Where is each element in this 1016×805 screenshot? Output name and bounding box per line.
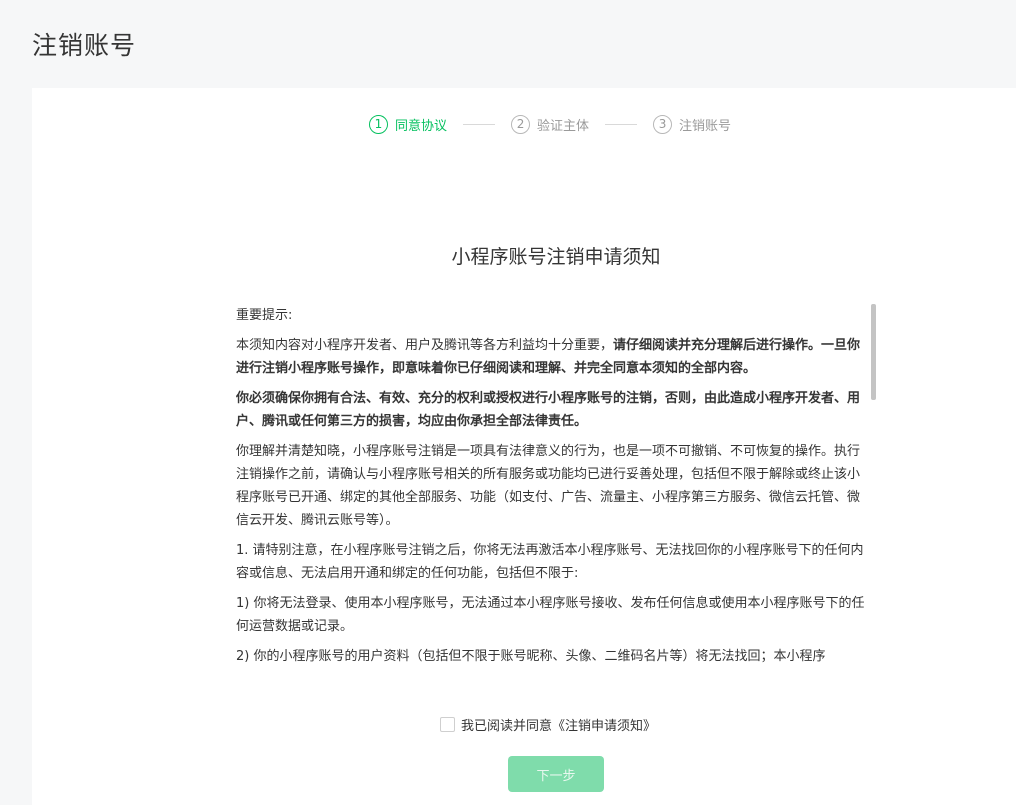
notice-bold-text: 你必须确保你拥有合法、有效、充分的权利或授权进行小程序账号的注销，否则，由此造成… <box>236 391 861 429</box>
notice-paragraph: 2) 你的小程序账号的用户资料（包括但不限于账号昵称、头像、二维码名片等）将无法… <box>236 649 826 664</box>
step-connector <box>605 123 638 125</box>
next-step-button[interactable]: 下一步 <box>508 756 604 792</box>
notice-paragraph: 你理解并清楚知晓，小程序账号注销是一项具有法律意义的行为，也是一项不可撤销、不可… <box>236 444 861 528</box>
step-connector <box>463 123 496 125</box>
step-number-1: 1 <box>369 114 388 134</box>
step-label-1: 同意协议 <box>395 118 448 134</box>
notice-document[interactable]: 重要提示: 本须知内容对小程序开发者、用户及腾讯等各方利益均十分重要，请仔细阅读… <box>236 304 870 669</box>
notice-paragraph: 本须知内容对小程序开发者、用户及腾讯等各方利益均十分重要，请仔细阅读并充分理解后… <box>236 334 870 380</box>
notice-paragraph: 你必须确保你拥有合法、有效、充分的权利或授权进行小程序账号的注销，否则，由此造成… <box>236 387 870 433</box>
agreement-label[interactable]: 我已阅读并同意《注销申请须知》 <box>461 715 656 734</box>
notice-paragraph: 1. 请特别注意，在小程序账号注销之后，你将无法再激活本小程序账号、无法找回你的… <box>236 543 864 581</box>
main-panel: 1 同意协议 2 验证主体 3 注销账号 小程序账号注销申请须知 重要提示: 本… <box>32 88 1016 805</box>
agreement-row[interactable]: 我已阅读并同意《注销申请须知》 <box>440 715 656 734</box>
agreement-checkbox[interactable] <box>440 717 455 732</box>
step-cancel: 3 注销账号 <box>653 114 732 134</box>
scrollbar-thumb[interactable] <box>871 304 876 400</box>
step-label-2: 验证主体 <box>537 118 590 134</box>
page-title: 注销账号 <box>32 31 137 60</box>
notice-scrollbar[interactable] <box>870 304 876 669</box>
step-label-3: 注销账号 <box>679 118 732 134</box>
notice-text: 本须知内容对小程序开发者、用户及腾讯等各方利益均十分重要， <box>236 338 614 353</box>
step-number-2: 2 <box>511 114 531 134</box>
step-indicator: 1 同意协议 2 验证主体 3 注销账号 <box>369 112 731 136</box>
notice-title: 小程序账号注销申请须知 <box>451 246 661 268</box>
step-verify: 2 验证主体 <box>511 114 590 134</box>
notice-heading: 重要提示: <box>236 308 293 323</box>
notice-paragraph: 1) 你将无法登录、使用本小程序账号，无法通过本小程序账号接收、发布任何信息或使… <box>236 596 865 634</box>
step-number-3: 3 <box>653 114 673 134</box>
step-agree: 1 同意协议 <box>369 114 448 134</box>
